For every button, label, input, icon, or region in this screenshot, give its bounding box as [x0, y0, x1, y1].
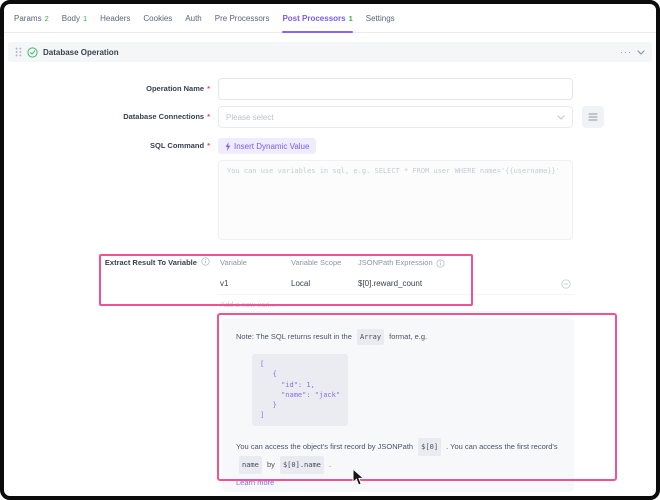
- tab-label: Body: [62, 14, 80, 23]
- column-header-variable-scope: Variable Scope: [291, 256, 341, 270]
- note-text: by: [267, 460, 275, 469]
- request-tab-bar: Params 2 Body 1 Headers Cookies Auth Pre…: [4, 4, 656, 33]
- row-divider: [218, 311, 574, 312]
- tab-label: Post Processors: [282, 14, 345, 23]
- chip-label: Insert Dynamic Value: [234, 142, 309, 151]
- sql-command-label: SQL Command*: [4, 138, 210, 154]
- column-header-jsonpath: JSONPath Expression: [358, 256, 445, 270]
- required-asterisk: *: [207, 112, 210, 121]
- tab-post-processors[interactable]: Post Processors 1: [282, 4, 352, 32]
- sql-result-note: Note: The SQL returns result in the Arra…: [222, 318, 574, 492]
- variable-cell[interactable]: v1: [220, 274, 228, 294]
- extract-result-label: Extract Result To Variable: [4, 256, 210, 270]
- label-text: Operation Name: [146, 84, 204, 93]
- required-asterisk: *: [207, 84, 210, 93]
- add-variable-row[interactable]: Add a new vari...: [220, 299, 276, 311]
- hamburger-icon: [588, 113, 598, 121]
- select-placeholder: Please select: [226, 113, 274, 122]
- label-text: SQL Command: [150, 141, 204, 150]
- tab-count-badge: 1: [83, 14, 87, 23]
- lightning-icon: [225, 142, 231, 151]
- tab-label: Auth: [185, 14, 201, 23]
- app-window: Params 2 Body 1 Headers Cookies Auth Pre…: [0, 0, 660, 500]
- note-text: Note: The SQL returns result in the: [236, 332, 352, 341]
- panel-title: Database Operation: [43, 48, 119, 57]
- note-text: . You can access the first record's: [446, 442, 558, 451]
- info-icon: [436, 259, 445, 268]
- manage-connections-button[interactable]: [582, 106, 604, 128]
- label-text: Database Connections: [123, 112, 204, 121]
- enabled-check-icon[interactable]: [27, 47, 38, 58]
- tab-label: Headers: [100, 14, 130, 23]
- info-icon: [201, 257, 210, 266]
- database-operation-header: Database Operation ···: [8, 42, 652, 62]
- tab-body[interactable]: Body 1: [62, 4, 87, 32]
- tab-cookies[interactable]: Cookies: [143, 4, 172, 32]
- tab-label: Settings: [366, 14, 395, 23]
- note-line-1: Note: The SQL returns result in the Arra…: [236, 329, 560, 345]
- note-line-2: You can access the object's first record…: [236, 438, 562, 474]
- operation-name-input[interactable]: [218, 78, 573, 100]
- tab-label: Cookies: [143, 14, 172, 23]
- tab-settings[interactable]: Settings: [366, 4, 395, 32]
- tab-params[interactable]: Params 2: [14, 4, 49, 32]
- array-code-chip: Array: [357, 329, 384, 345]
- row-divider: [218, 294, 574, 295]
- jsonpath-name-chip: $[0].name: [280, 456, 324, 474]
- jsonpath-root-chip: $[0]: [418, 438, 441, 456]
- jsonpath-cell[interactable]: $[0].reward_count: [358, 274, 422, 294]
- tab-headers[interactable]: Headers: [100, 4, 130, 32]
- tab-label: Pre Processors: [215, 14, 270, 23]
- learn-more-link[interactable]: Learn more: [236, 478, 274, 487]
- operation-name-label: Operation Name*: [4, 78, 210, 100]
- tab-count-badge: 1: [349, 14, 353, 23]
- note-text: .: [329, 460, 331, 469]
- insert-dynamic-value-button[interactable]: Insert Dynamic Value: [218, 138, 316, 154]
- more-actions-icon[interactable]: ···: [620, 48, 632, 56]
- json-example-code-block: [ { "id": 1, "name": "jack" } ]: [252, 354, 348, 426]
- tab-label: Params: [14, 14, 42, 23]
- name-field-chip: name: [239, 456, 262, 474]
- database-connections-label: Database Connections*: [4, 106, 210, 128]
- label-text: Extract Result To Variable: [105, 258, 197, 267]
- sql-command-textarea[interactable]: [218, 160, 573, 240]
- tab-count-badge: 2: [45, 14, 49, 23]
- tab-pre-processors[interactable]: Pre Processors: [215, 4, 270, 32]
- note-text: You can access the object's first record…: [236, 442, 413, 451]
- chevron-down-icon: [557, 115, 565, 120]
- note-text: format, e.g.: [389, 332, 427, 341]
- drag-handle-icon[interactable]: [15, 47, 22, 57]
- post-processors-panel: Params 2 Body 1 Headers Cookies Auth Pre…: [4, 4, 656, 496]
- column-header-variable: Variable: [220, 256, 247, 270]
- remove-row-button[interactable]: [561, 279, 571, 289]
- database-connections-select[interactable]: Please select: [218, 106, 573, 128]
- required-asterisk: *: [207, 141, 210, 150]
- variable-scope-cell[interactable]: Local: [291, 274, 310, 294]
- minus-circle-icon: [561, 279, 571, 289]
- tab-auth[interactable]: Auth: [185, 4, 201, 32]
- collapse-chevron-icon[interactable]: [637, 50, 645, 55]
